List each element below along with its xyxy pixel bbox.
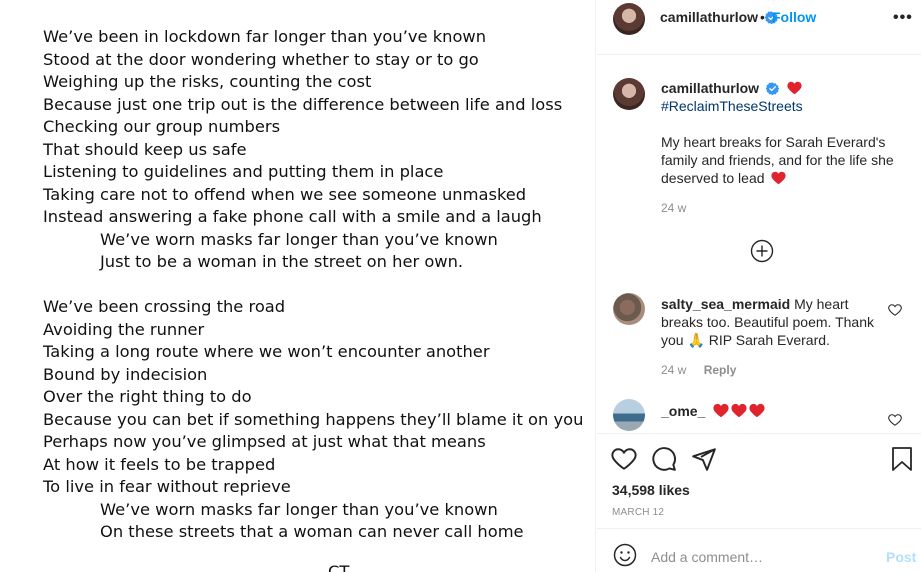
poem-line: Perhaps now you’ve glimpsed at just what… <box>43 432 486 451</box>
likes-count[interactable]: 34,598 likes <box>612 482 690 498</box>
hashtag-link[interactable]: #ReclaimTheseStreets <box>661 98 803 114</box>
comment-icon[interactable] <box>651 446 677 472</box>
poem-line: Bound by indecision <box>43 364 208 384</box>
comment-username[interactable]: salty_sea_mermaid <box>661 296 790 312</box>
paper-plane-icon[interactable] <box>691 446 717 472</box>
red-heart-emoji-icon <box>771 171 787 185</box>
poem-line: We’ve been crossing the road <box>43 297 286 316</box>
poem-line: We’ve been in lockdown far longer than y… <box>43 27 487 46</box>
post-image[interactable]: We’ve been in lockdown far longer than y… <box>0 0 596 572</box>
poem-line: Taking a long route where we won’t encou… <box>43 342 490 361</box>
verified-badge-icon <box>765 82 779 95</box>
more-options-icon[interactable]: ••• <box>893 9 913 27</box>
post-comment-button[interactable]: Post <box>886 549 916 565</box>
red-heart-emoji-icon <box>787 81 802 95</box>
poem-refrain-line: We’ve worn masks far longer than you’ve … <box>100 499 498 519</box>
post-actions: 34,598 likes MARCH 12 <box>597 433 921 528</box>
comments-area[interactable]: camillathurlow #ReclaimTheseStreets My h… <box>597 56 921 433</box>
avatar[interactable] <box>613 399 645 431</box>
poem-line: Taking care not to offend when we see so… <box>43 184 527 204</box>
caption-time[interactable]: 24 w <box>661 201 686 215</box>
comment-meta: 24 w Reply <box>661 363 736 377</box>
caption-username[interactable]: camillathurlow <box>661 80 759 96</box>
red-heart-emoji-icon <box>713 403 729 418</box>
comment-body: salty_sea_mermaid My heart breaks too. B… <box>661 295 886 349</box>
header-separator: • <box>760 9 765 25</box>
red-heart-emoji-icon <box>749 403 765 418</box>
avatar[interactable] <box>613 293 645 325</box>
post-date[interactable]: MARCH 12 <box>612 507 664 518</box>
post-sidebar: camillathurlow • Follow ••• camillathurl… <box>597 0 921 572</box>
add-comment-bar: Add a comment… Post <box>597 528 921 572</box>
poem-line: Instead answering a fake phone call with… <box>43 207 542 226</box>
like-comment-heart-icon[interactable] <box>888 303 902 317</box>
reply-button[interactable]: Reply <box>704 363 737 377</box>
poem-line: Over the right thing to do <box>43 387 252 406</box>
like-heart-icon[interactable] <box>611 446 637 472</box>
poem-line: Checking our group numbers <box>43 117 281 136</box>
poem-line: Weighing up the risks, counting the cost <box>43 72 372 91</box>
comment-username[interactable]: _ome_ <box>661 403 705 419</box>
avatar[interactable] <box>613 78 645 110</box>
caption-text-wrap: My heart breaks for Sarah Everard's fami… <box>661 133 901 187</box>
comment-body: _ome_ <box>661 402 901 420</box>
poem-line: Because just one trip out is the differe… <box>43 94 563 114</box>
poem-line: Stood at the door wondering whether to s… <box>43 49 479 69</box>
poem-line: Listening to guidelines and putting them… <box>43 162 444 181</box>
poem-line: That should keep us safe <box>43 139 247 159</box>
poem-refrain-line: We’ve worn masks far longer than you’ve … <box>100 229 498 249</box>
poem-refrain-line: Just to be a woman in the street on her … <box>100 252 464 271</box>
load-more-comments-icon[interactable] <box>750 239 774 263</box>
post-header: camillathurlow • Follow ••• <box>597 0 921 55</box>
smiley-icon[interactable] <box>613 543 637 567</box>
avatar[interactable] <box>613 3 645 35</box>
like-comment-heart-icon[interactable] <box>888 413 902 427</box>
poem-line: Because you can bet if something happens… <box>43 409 584 429</box>
caption-body: camillathurlow #ReclaimTheseStreets <box>661 79 901 115</box>
poem-line: Avoiding the runner <box>43 319 205 339</box>
poem-refrain-line: On these streets that a woman can never … <box>100 522 524 541</box>
bookmark-icon[interactable] <box>891 446 913 472</box>
red-hearts-emoji <box>709 403 765 419</box>
poem-line: At how it feels to be trapped <box>43 454 276 474</box>
stanza-gap <box>43 274 583 297</box>
comment-time[interactable]: 24 w <box>661 363 686 377</box>
red-heart-emoji-icon <box>731 403 747 418</box>
follow-button[interactable]: Follow <box>772 9 816 25</box>
poem-signature: CT <box>328 562 350 572</box>
poem-text: We’ve been in lockdown far longer than y… <box>43 26 583 544</box>
poem-line: To live in fear without reprieve <box>43 477 291 496</box>
header-username[interactable]: camillathurlow <box>660 9 758 25</box>
comment-input[interactable]: Add a comment… <box>651 549 763 565</box>
